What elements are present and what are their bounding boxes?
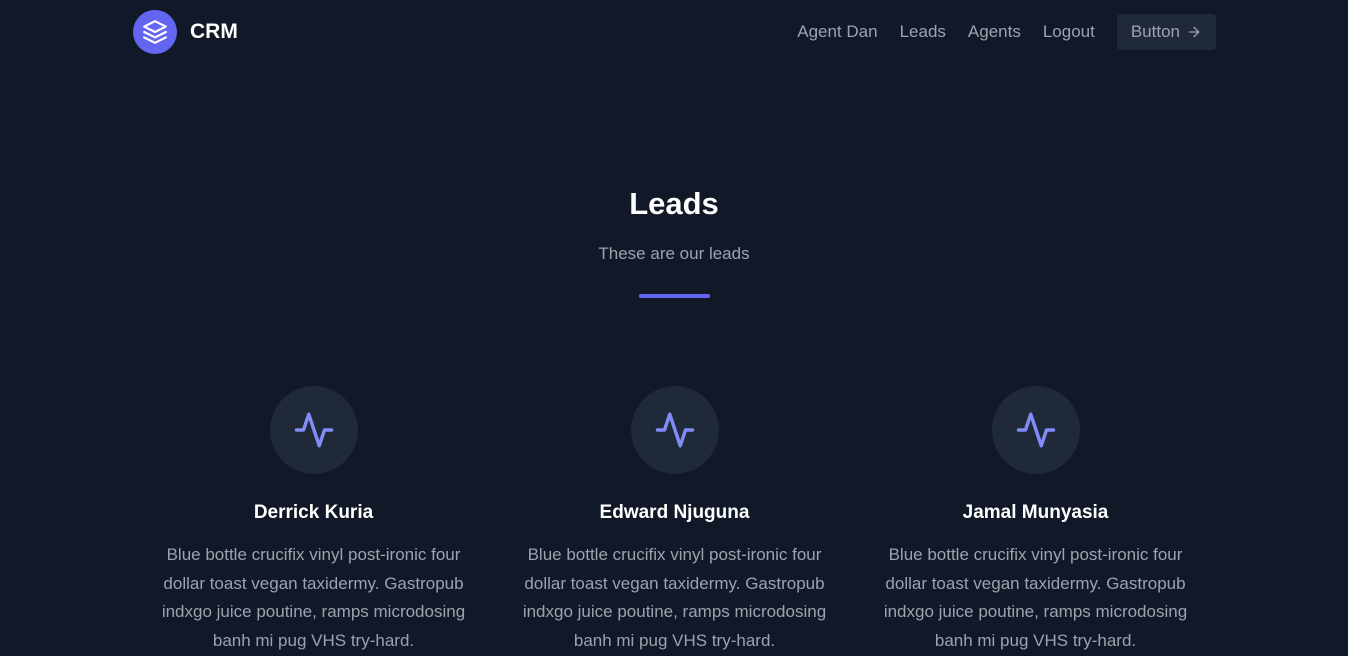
stack-layers-icon [133, 10, 177, 54]
nav-link-agents[interactable]: Agents [968, 14, 1021, 50]
page: CRM Agent Dan Leads Agents Logout Button… [0, 0, 1348, 656]
page-title: Leads [629, 186, 719, 221]
lead-description: Blue bottle crucifix vinyl post-ironic f… [522, 545, 827, 650]
header-button[interactable]: Button [1116, 14, 1216, 50]
activity-icon [630, 386, 719, 474]
brand-link[interactable]: CRM [133, 10, 238, 54]
leads-list: Derrick Kuria Blue bottle crucifix vinyl… [133, 386, 1216, 655]
nav-link-agent-dan[interactable]: Agent Dan [797, 14, 877, 50]
nav-link-logout[interactable]: Logout [1043, 14, 1095, 50]
lead-name: Edward Njuguna [599, 502, 750, 523]
page-subtitle: These are our leads [598, 244, 750, 263]
lead-card: Edward Njuguna Blue bottle crucifix viny… [494, 386, 855, 655]
lead-description: Blue bottle crucifix vinyl post-ironic f… [161, 545, 466, 650]
brand-name: CRM [190, 20, 238, 43]
lead-name: Derrick Kuria [253, 502, 374, 523]
nav-link-leads[interactable]: Leads [900, 14, 946, 50]
header-button-label: Button [1130, 22, 1180, 41]
lead-name: Jamal Munyasia [962, 502, 1109, 523]
activity-icon [269, 386, 358, 474]
activity-icon [991, 386, 1080, 474]
lead-card: Jamal Munyasia Blue bottle crucifix viny… [855, 386, 1216, 655]
site-header: CRM Agent Dan Leads Agents Logout Button [133, 10, 1216, 54]
main-nav: Agent Dan Leads Agents Logout Button [797, 14, 1216, 50]
lead-description: Blue bottle crucifix vinyl post-ironic f… [883, 545, 1188, 650]
arrow-right-icon [1188, 26, 1200, 38]
lead-card: Derrick Kuria Blue bottle crucifix vinyl… [133, 386, 494, 655]
title-divider [639, 294, 710, 298]
